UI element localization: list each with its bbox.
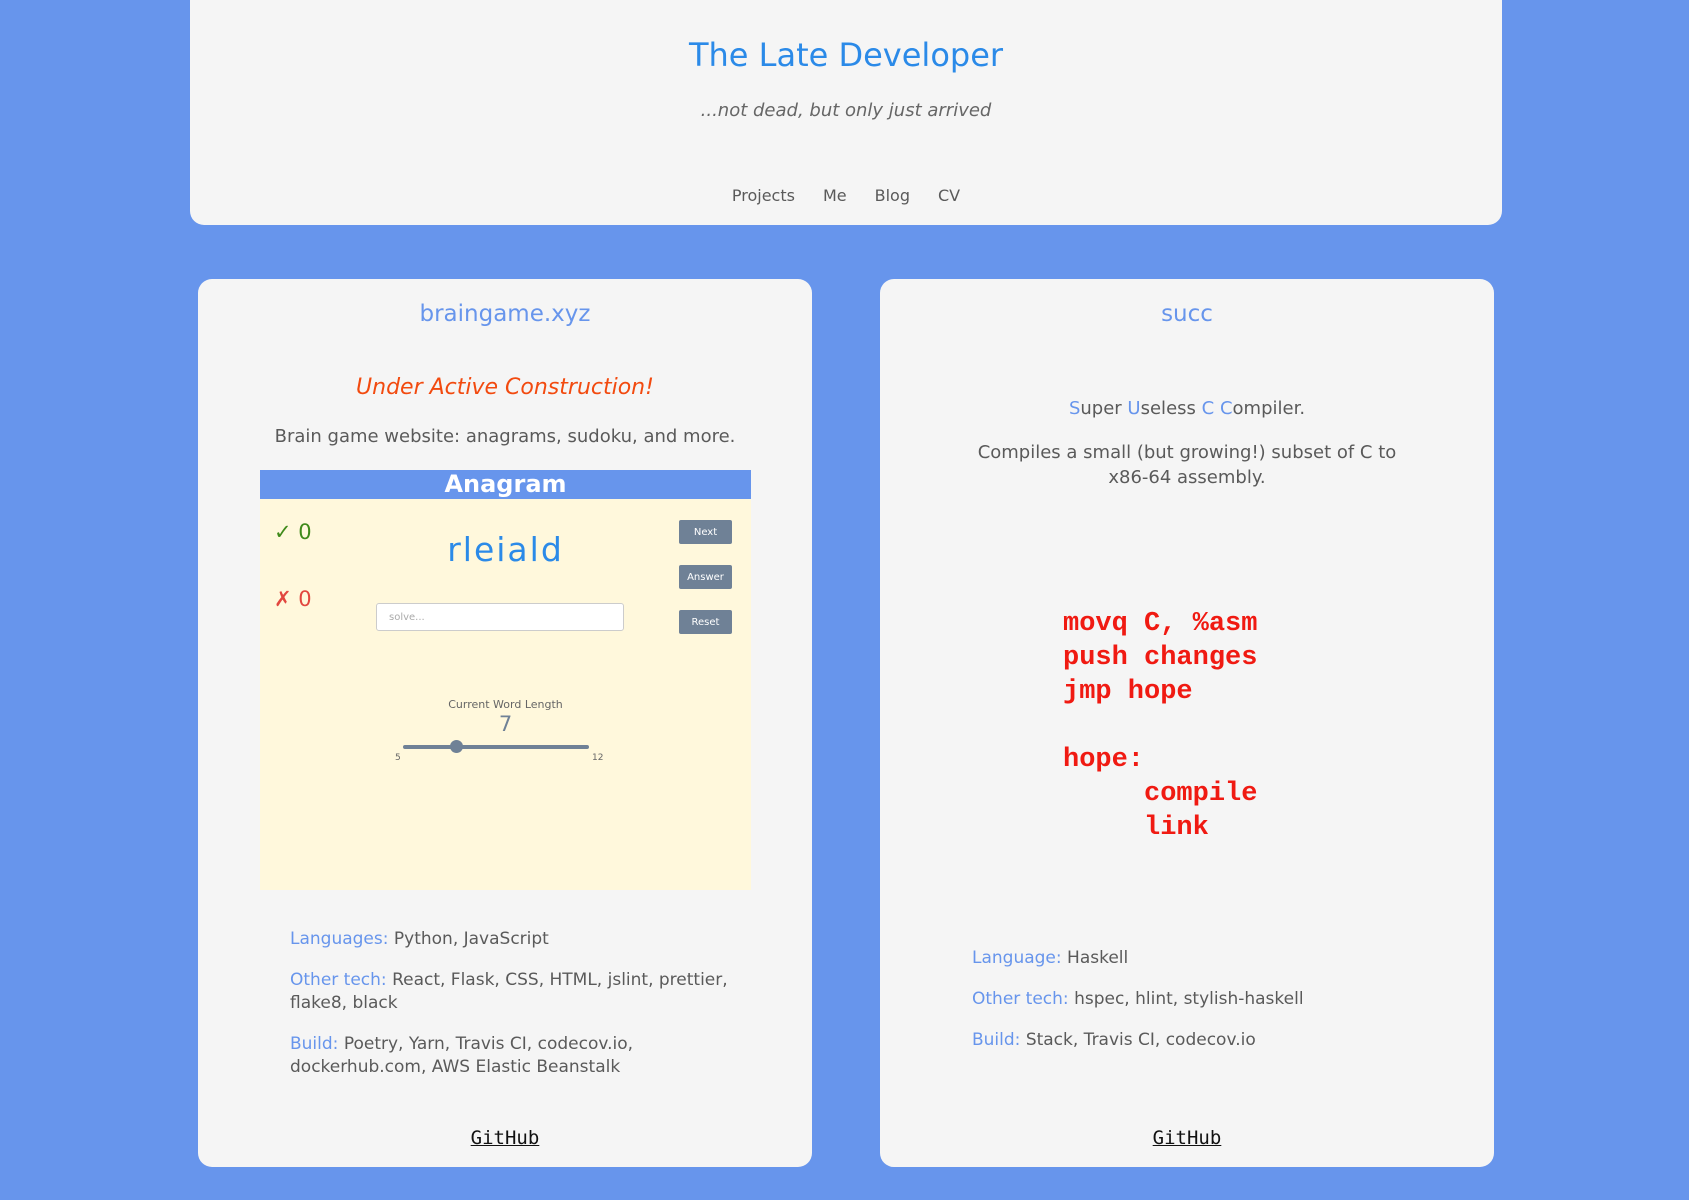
project-title[interactable]: succ: [880, 301, 1494, 327]
tech-list: Language: Haskell Other tech: hspec, hli…: [972, 947, 1412, 1070]
slider-max: 12: [592, 753, 604, 763]
wrong-count: ✗ 0: [274, 587, 312, 611]
project-card-succ: succ Super Useless C Compiler. Compiles …: [880, 279, 1494, 1167]
tech-label: Other tech:: [290, 970, 387, 990]
tagline-initial: U: [1127, 398, 1141, 419]
tech-list: Languages: Python, JavaScript Other tech…: [290, 928, 730, 1097]
site-header: The Late Developer ...not dead, but only…: [190, 0, 1502, 225]
answer-button[interactable]: Answer: [679, 565, 732, 589]
nav-projects[interactable]: Projects: [718, 186, 809, 205]
github-link[interactable]: GitHub: [198, 1127, 812, 1149]
project-description: Brain game website: anagrams, sudoku, an…: [274, 426, 736, 447]
tech-row: Language: Haskell: [972, 947, 1412, 970]
construction-notice: Under Active Construction!: [356, 375, 654, 400]
word-length-label: Current Word Length: [448, 698, 563, 711]
tagline-initial: C: [1219, 398, 1233, 419]
tech-value: Poetry, Yarn, Travis CI, codecov.io, doc…: [290, 1034, 634, 1077]
tech-label: Other tech:: [972, 989, 1069, 1009]
tech-value: Python, JavaScript: [393, 929, 549, 949]
tech-row: Build: Poetry, Yarn, Travis CI, codecov.…: [290, 1033, 730, 1079]
main-nav: Projects Me Blog CV: [190, 186, 1502, 205]
word-length-slider[interactable]: [403, 745, 589, 749]
project-card-braingame: braingame.xyz Under Active Construction!…: [198, 279, 812, 1167]
slider-thumb[interactable]: [449, 740, 463, 753]
solve-input[interactable]: [376, 603, 624, 631]
assembly-code-art: movq C, %asm push changes jmp hope hope:…: [1063, 609, 1258, 843]
anagram-word: rleiald: [447, 530, 564, 569]
reset-button[interactable]: Reset: [679, 610, 732, 634]
tech-row: Build: Stack, Travis CI, codecov.io: [972, 1029, 1412, 1052]
tech-label: Build:: [972, 1030, 1021, 1050]
nav-cv[interactable]: CV: [924, 186, 974, 205]
tech-row: Languages: Python, JavaScript: [290, 928, 730, 951]
tagline-text: ompiler.: [1232, 398, 1306, 419]
tech-label: Build:: [290, 1034, 339, 1054]
project-tagline: Super Useless C Compiler.: [880, 398, 1494, 419]
tech-value: hspec, hlint, stylish-haskell: [1074, 989, 1304, 1009]
github-link[interactable]: GitHub: [880, 1127, 1494, 1149]
anagram-preview-screenshot: Anagram ✓ 0 ✗ 0 rleiald Next Answer Rese…: [260, 470, 751, 890]
project-description: Compiles a small (but growing!) subset o…: [977, 442, 1397, 488]
tech-value: Haskell: [1067, 948, 1129, 968]
tagline-text: seless: [1140, 398, 1202, 419]
tech-label: Language:: [972, 948, 1062, 968]
site-tagline: ...not dead, but only just arrived: [700, 100, 992, 121]
tech-label: Languages:: [290, 929, 389, 949]
project-title[interactable]: braingame.xyz: [198, 301, 812, 327]
preview-title-bar: Anagram: [260, 470, 751, 499]
tagline-text: uper: [1080, 398, 1128, 419]
tagline-initial: S: [1068, 398, 1081, 419]
site-title[interactable]: The Late Developer: [190, 36, 1502, 74]
tagline-initial: C: [1201, 398, 1215, 419]
tech-row: Other tech: hspec, hlint, stylish-haskel…: [972, 988, 1412, 1011]
slider-min: 5: [395, 753, 401, 763]
next-button[interactable]: Next: [679, 520, 732, 544]
nav-me[interactable]: Me: [809, 186, 861, 205]
tech-row: Other tech: React, Flask, CSS, HTML, jsl…: [290, 969, 730, 1015]
tech-value: Stack, Travis CI, codecov.io: [1025, 1030, 1256, 1050]
nav-blog[interactable]: Blog: [861, 186, 924, 205]
word-length-value: 7: [498, 712, 513, 736]
